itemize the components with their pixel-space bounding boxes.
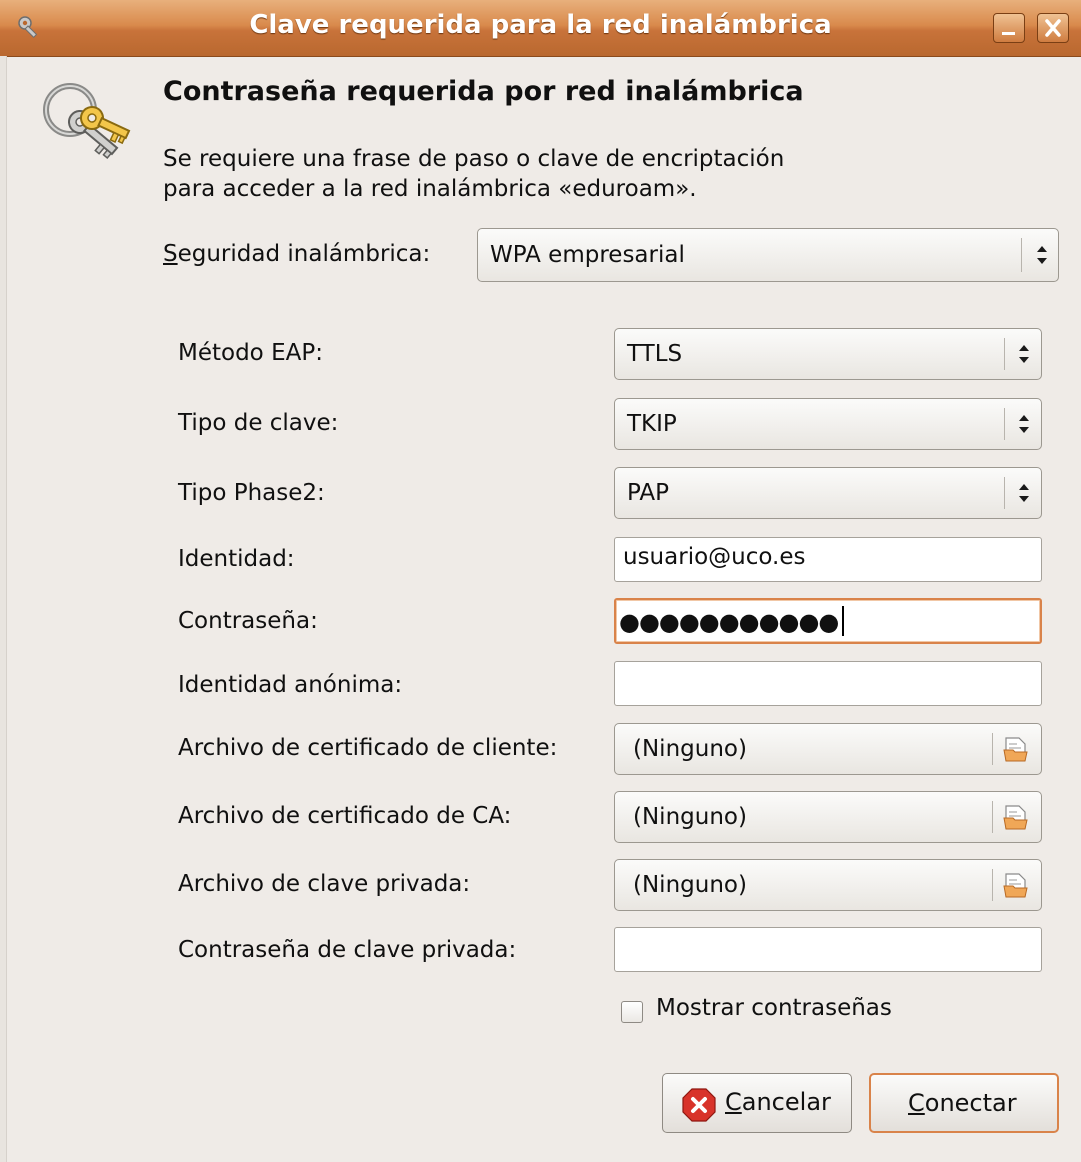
close-button[interactable]: [1037, 13, 1069, 43]
up-down-arrows-icon: [1019, 484, 1029, 502]
cancel-mnemonic: C: [725, 1088, 742, 1116]
connect-button-label: Conectar: [908, 1089, 1017, 1117]
phase2-type-label: Tipo Phase2:: [178, 480, 325, 506]
combo-separator: [992, 733, 993, 765]
key-type-combo[interactable]: TKIP: [614, 398, 1042, 450]
dialog-window: Clave requerida para la red inalámbrica: [0, 0, 1081, 1162]
private-key-file-button[interactable]: (Ninguno): [614, 859, 1042, 911]
description-line-2: para acceder a la red inalámbrica «eduro…: [163, 176, 697, 202]
client-cert-file-button[interactable]: (Ninguno): [614, 723, 1042, 775]
show-passwords-label[interactable]: Mostrar contraseñas: [656, 995, 892, 1021]
up-down-arrows-icon: [1019, 415, 1029, 433]
eap-method-combo[interactable]: TTLS: [614, 328, 1042, 380]
private-key-password-field[interactable]: [614, 927, 1042, 972]
show-passwords-checkbox[interactable]: [621, 1001, 643, 1023]
combo-separator: [992, 801, 993, 833]
anonymous-identity-field[interactable]: [614, 661, 1042, 706]
cancel-button[interactable]: Cancelar: [662, 1073, 852, 1133]
identity-value: usuario@uco.es: [623, 544, 806, 570]
ca-cert-file-button[interactable]: (Ninguno): [614, 791, 1042, 843]
wireless-security-label-text: eguridad inalámbrica:: [177, 241, 431, 267]
wireless-security-label: Seguridad inalámbrica:: [163, 241, 430, 267]
eap-method-value: TTLS: [627, 341, 683, 367]
private-key-label: Archivo de clave privada:: [178, 871, 471, 897]
private-key-password-label: Contraseña de clave privada:: [178, 937, 517, 963]
phase2-type-value: PAP: [627, 480, 670, 506]
combo-separator: [1004, 477, 1005, 509]
up-down-arrows-icon: [1037, 246, 1047, 264]
connect-mnemonic: C: [908, 1089, 925, 1117]
password-label: Contraseña:: [178, 608, 318, 634]
cancel-label-text: ancelar: [741, 1088, 831, 1116]
file-open-icon: [1003, 737, 1028, 762]
phase2-type-combo[interactable]: PAP: [614, 467, 1042, 519]
ca-cert-label: Archivo de certificado de CA:: [178, 803, 512, 829]
close-icon: [1045, 19, 1061, 37]
key-type-label: Tipo de clave:: [178, 410, 339, 436]
file-open-icon: [1003, 805, 1028, 830]
cancel-icon: [682, 1088, 716, 1122]
cancel-button-label: Cancelar: [725, 1088, 831, 1116]
connect-button[interactable]: Conectar: [869, 1073, 1059, 1133]
client-cert-label: Archivo de certificado de cliente:: [178, 735, 558, 761]
minimize-button[interactable]: [993, 13, 1025, 43]
eap-method-label: Método EAP:: [178, 340, 323, 366]
combo-separator: [1004, 338, 1005, 370]
combo-separator: [1021, 238, 1022, 272]
ca-cert-value: (Ninguno): [633, 804, 747, 830]
private-key-value: (Ninguno): [633, 872, 747, 898]
password-field[interactable]: ●●●●●●●●●●●: [614, 598, 1042, 644]
wireless-security-combo[interactable]: WPA empresarial: [477, 228, 1059, 282]
dialog-description: Se requiere una frase de paso o clave de…: [163, 144, 784, 204]
window-edge: [0, 56, 7, 1162]
combo-separator: [992, 869, 993, 901]
identity-label: Identidad:: [178, 546, 295, 572]
password-masked-value: ●●●●●●●●●●●: [619, 608, 839, 636]
connect-label-text: onectar: [924, 1089, 1017, 1117]
wireless-security-value: WPA empresarial: [490, 242, 685, 268]
identity-field[interactable]: usuario@uco.es: [614, 537, 1042, 582]
window-title: Clave requerida para la red inalámbrica: [249, 10, 832, 40]
dialog-heading: Contraseña requerida por red inalámbrica: [163, 76, 804, 107]
title-bar[interactable]: Clave requerida para la red inalámbrica: [0, 0, 1081, 57]
keyring-icon: [43, 83, 131, 159]
description-line-1: Se requiere una frase de paso o clave de…: [163, 146, 785, 172]
up-down-arrows-icon: [1019, 345, 1029, 363]
anonymous-identity-label: Identidad anónima:: [178, 672, 403, 698]
text-caret: [842, 606, 844, 636]
combo-separator: [1004, 408, 1005, 440]
minimize-icon: [1002, 32, 1015, 35]
client-cert-value: (Ninguno): [633, 736, 747, 762]
file-open-icon: [1003, 873, 1028, 898]
wireless-security-mnemonic: S: [163, 241, 178, 267]
key-type-value: TKIP: [627, 411, 677, 437]
